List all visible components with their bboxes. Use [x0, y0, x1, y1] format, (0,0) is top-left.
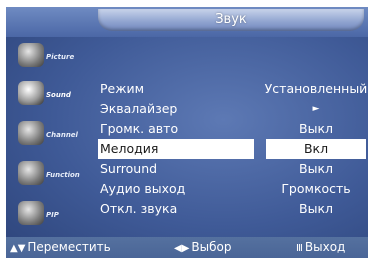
select-hint-label: Выбор [191, 240, 232, 254]
sidebar-item-channel[interactable]: Channel [12, 117, 90, 151]
exit-hint-label: Выход [304, 240, 346, 254]
sound-icon [18, 81, 44, 105]
exit-hint: Ⅲ Выход [296, 237, 345, 258]
sidebar-item-label: PIP [46, 211, 59, 219]
screen-frame: Звук Picture Sound Channel Function PIP [0, 0, 374, 266]
sidebar-item-pip[interactable]: PIP [12, 197, 90, 231]
menu-row-label: Громк. авто [100, 121, 179, 136]
sidebar-item-label: Channel [46, 131, 78, 139]
sidebar-item-label: Sound [46, 91, 71, 99]
menu-row-melody[interactable]: Мелодия Вкл [96, 139, 368, 159]
select-hint: ◀▶ Выбор [174, 237, 231, 258]
move-hint-label: Переместить [27, 240, 111, 254]
picture-icon [18, 43, 44, 67]
move-hint: ▲▼ Переместить [10, 237, 111, 258]
menu-row-label: Аудио выход [100, 181, 186, 196]
menu-row-equalizer[interactable]: Эквалайзер ► [96, 99, 368, 119]
up-down-arrows-icon: ▲▼ [10, 243, 26, 254]
menu-row-label: Режим [100, 81, 145, 96]
sidebar-item-function[interactable]: Function [12, 157, 90, 191]
osd-menu-panel: Звук Picture Sound Channel Function PIP [6, 7, 368, 258]
menu-row-value: Установленный [264, 81, 368, 96]
menu-row-mute-sound[interactable]: Откл. звука Выкл [96, 199, 368, 219]
menu-row-audio-out[interactable]: Аудио выход Громкость [96, 179, 368, 199]
menu-title: Звук [215, 12, 247, 27]
function-icon [18, 161, 44, 185]
left-right-arrows-icon: ◀▶ [174, 243, 190, 254]
menu-row-value: Выкл [299, 201, 333, 216]
submenu-arrow-icon: ► [312, 104, 320, 114]
sidebar-item-picture[interactable]: Picture [12, 39, 90, 73]
sidebar-item-sound[interactable]: Sound [12, 77, 90, 111]
menu-row-auto-volume[interactable]: Громк. авто Выкл [96, 119, 368, 139]
menu-row-value: Выкл [299, 121, 333, 136]
menu-row-label: Эквалайзер [100, 101, 178, 116]
category-sidebar: Picture Sound Channel Function PIP [12, 39, 90, 235]
menu-row-label: Мелодия [98, 139, 254, 159]
channel-icon [18, 121, 44, 145]
menu-row-value: Выкл [299, 161, 333, 176]
menu-row-label: Surround [100, 161, 158, 176]
menu-row-value: Громкость [281, 181, 351, 196]
help-footer: ▲▼ Переместить ◀▶ Выбор Ⅲ Выход [6, 237, 368, 258]
menu-row-value[interactable]: Вкл [266, 139, 366, 159]
pip-icon [18, 201, 44, 225]
menu-exit-icon: Ⅲ [296, 243, 303, 254]
menu-row-surround[interactable]: Surround Выкл [96, 159, 368, 179]
sidebar-item-label: Picture [46, 53, 75, 61]
menu-row-label: Откл. звука [100, 201, 178, 216]
sidebar-item-label: Function [46, 171, 80, 179]
menu-row-mode[interactable]: Режим Установленный [96, 79, 368, 99]
